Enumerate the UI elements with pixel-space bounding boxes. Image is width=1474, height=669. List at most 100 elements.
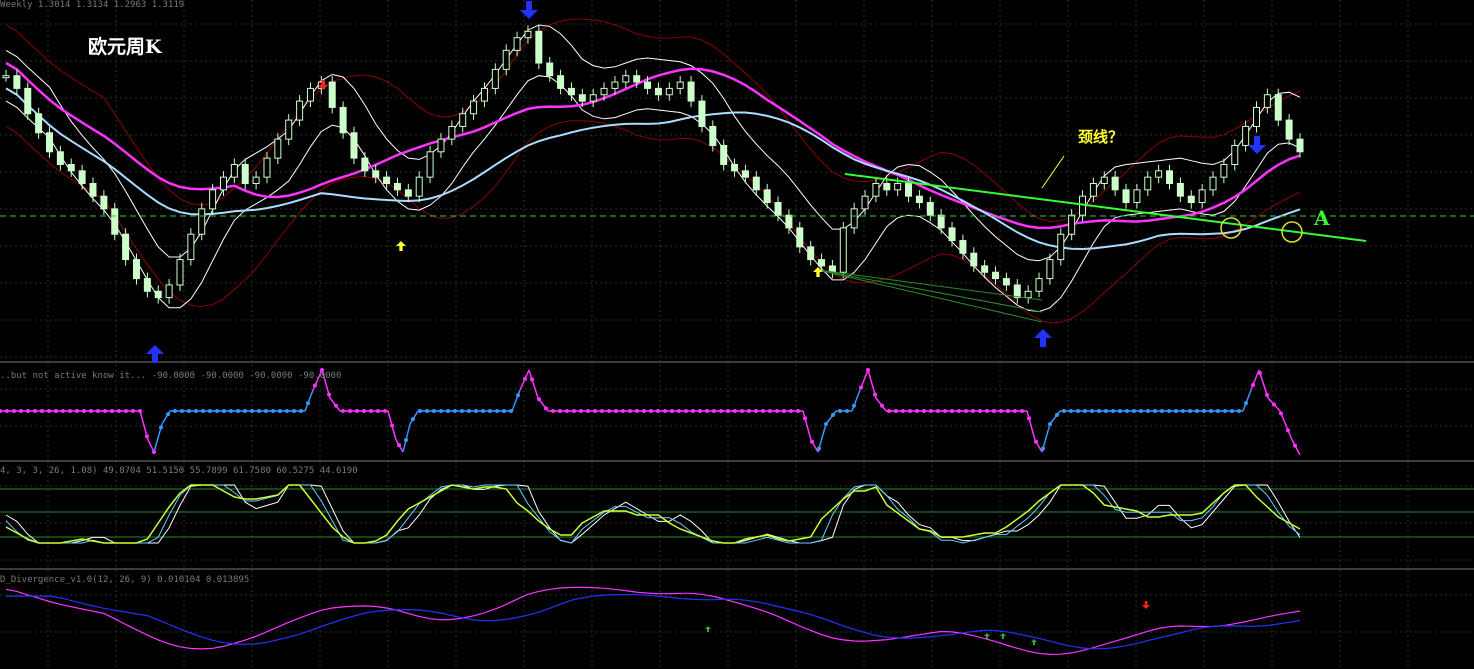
candle-body — [415, 176, 423, 197]
candle-body — [274, 138, 282, 159]
osc1-dot — [887, 409, 891, 413]
osc1-dot — [558, 409, 562, 413]
osc1-dot — [1146, 409, 1150, 413]
candle-body — [1133, 189, 1141, 204]
candle-body — [546, 62, 554, 77]
osc1-dot — [1258, 371, 1262, 376]
candle-body — [1285, 119, 1293, 140]
osc1-dot — [1020, 409, 1024, 413]
candle-body — [1046, 259, 1054, 280]
candle-body — [861, 195, 869, 210]
osc1-dot — [964, 409, 968, 413]
osc1-dot — [12, 409, 16, 413]
osc1-dot — [131, 409, 135, 413]
osc1-dot — [859, 385, 863, 390]
osc1-dot — [684, 409, 688, 413]
candle-body — [785, 214, 793, 229]
osc1-dot — [1230, 409, 1234, 413]
osc1-dot — [642, 409, 646, 413]
osc1-dot — [194, 409, 198, 413]
osc1-dot — [803, 416, 807, 421]
osc1-panel-header: ..but not active know it... -90.0000 -90… — [0, 371, 342, 381]
osc1-dot — [453, 409, 457, 413]
osc1-dot — [677, 409, 681, 413]
osc1-dot — [600, 409, 604, 413]
osc1-dot — [1279, 411, 1283, 416]
candle-body — [970, 252, 978, 267]
osc1-dot — [1251, 383, 1255, 387]
osc1-segment — [825, 410, 837, 425]
osc1-dot — [187, 409, 191, 413]
osc1-dot — [68, 409, 72, 413]
osc1-dot — [0, 409, 2, 413]
osc1-dot — [726, 409, 730, 413]
candle-body — [915, 195, 923, 204]
candle-body — [67, 163, 75, 172]
candle-body — [383, 176, 391, 185]
divergence-line-blue — [6, 594, 1301, 650]
osc1-dot — [1153, 409, 1157, 413]
osc1-dot — [397, 443, 401, 448]
osc1-dot — [1006, 409, 1010, 413]
candle-body — [426, 151, 434, 178]
sell-arrow-icon — [1248, 136, 1266, 154]
osc1-dot — [1209, 409, 1213, 413]
osc1-dot — [390, 423, 394, 428]
osc1-dot — [852, 403, 856, 408]
candle-body — [567, 87, 575, 96]
osc1-dot — [1265, 392, 1269, 397]
osc1-dot — [467, 409, 471, 413]
osc1-dot — [299, 409, 303, 413]
osc1-dot — [201, 409, 205, 413]
osc1-dot — [1139, 409, 1143, 413]
candle-body — [981, 265, 989, 273]
osc1-segment — [1250, 369, 1260, 391]
osc1-segment — [402, 423, 411, 453]
osc1-dot — [173, 409, 177, 413]
candle-body — [132, 259, 140, 280]
candle-body — [1013, 284, 1021, 299]
candle-body — [1263, 94, 1271, 108]
candle-body — [557, 75, 565, 89]
osc1-dot — [957, 409, 961, 413]
osc1-dot — [1195, 409, 1199, 413]
osc1-dot — [733, 409, 737, 413]
osc1-dot — [523, 376, 527, 381]
osc1-dot — [418, 409, 422, 413]
osc1-dot — [586, 409, 590, 413]
osc1-dot — [908, 409, 912, 413]
osc1-dot — [138, 409, 142, 413]
candle-body — [589, 94, 597, 102]
candle-body — [404, 189, 412, 197]
buy-arrow-icon — [705, 626, 711, 632]
osc1-dot — [782, 409, 786, 413]
inner-band-lower — [5, 75, 1301, 313]
candle-body — [1274, 94, 1282, 121]
osc1-dot — [488, 409, 492, 413]
osc1-dot — [579, 409, 583, 413]
candle-body — [176, 259, 184, 286]
osc1-dot — [929, 409, 933, 413]
candle-body — [459, 113, 467, 127]
osc1-segment — [802, 410, 812, 441]
candle-body — [1089, 183, 1097, 197]
osc1-dot — [789, 409, 793, 413]
osc1-dot — [229, 409, 233, 413]
osc1-dot — [698, 409, 702, 413]
osc1-dot — [985, 409, 989, 413]
candle-body — [709, 125, 717, 146]
osc1-dot — [495, 409, 499, 413]
osc1-dot — [369, 409, 373, 413]
osc1-dot — [383, 409, 387, 413]
candle-body — [296, 100, 304, 121]
candle-body — [796, 227, 804, 248]
candle-body — [676, 81, 684, 89]
osc1-dot — [894, 409, 898, 413]
osc1-dot — [1104, 409, 1108, 413]
osc1-dot — [1125, 409, 1129, 413]
candle-body — [1068, 214, 1076, 235]
candle-body — [480, 87, 488, 102]
neckline — [844, 173, 1367, 242]
osc1-segment — [511, 389, 521, 412]
candle-body — [524, 30, 532, 39]
